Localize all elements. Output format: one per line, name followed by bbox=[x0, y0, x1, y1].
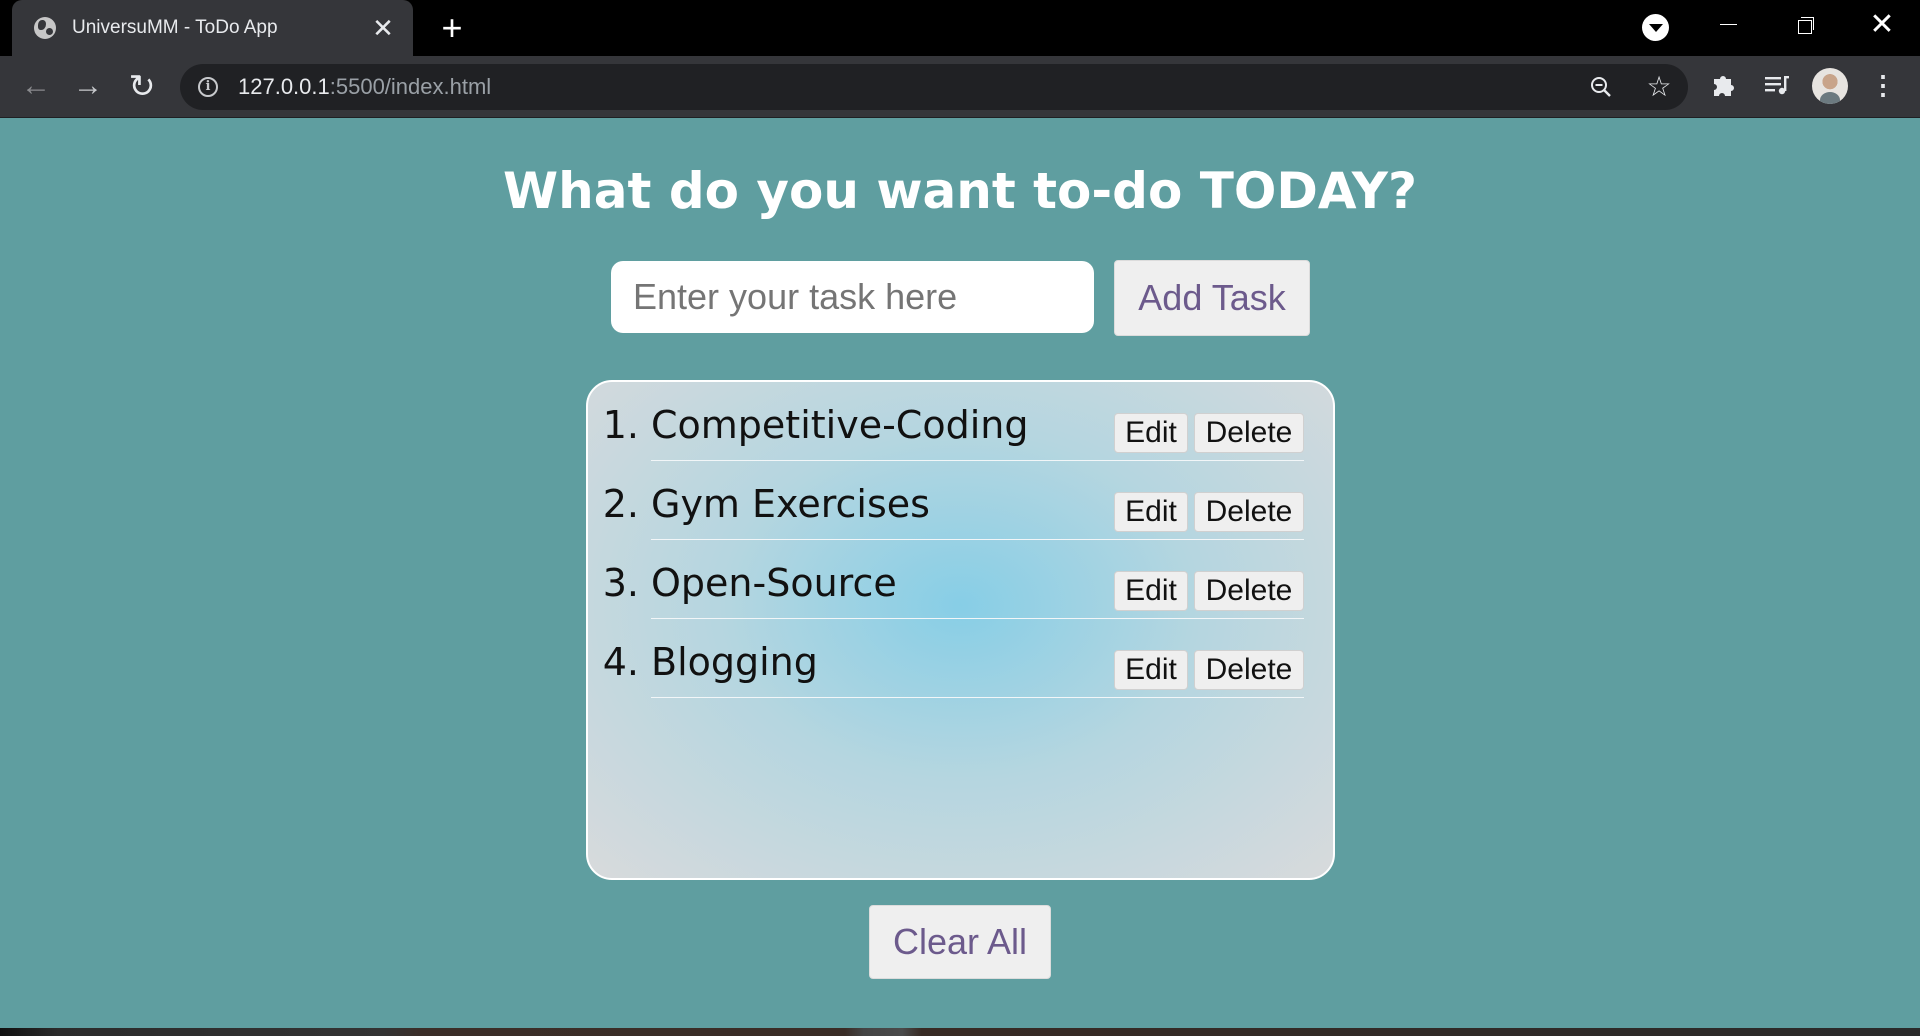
page-content: What do you want to-do TODAY? Add Task 1… bbox=[0, 118, 1920, 1028]
address-bar[interactable]: i 127.0.0.1:5500/index.html ☆ bbox=[180, 64, 1688, 110]
avatar[interactable] bbox=[1812, 68, 1848, 104]
forward-arrow-icon[interactable]: → bbox=[68, 66, 108, 106]
clear-all-button[interactable]: Clear All bbox=[869, 905, 1051, 979]
browser-window: UniversuMM - ToDo App ✕ + ✕ ← → ↻ i 127.… bbox=[0, 0, 1920, 1036]
task-number: 1. bbox=[602, 403, 639, 447]
edit-button[interactable]: Edit bbox=[1114, 650, 1188, 690]
task-text: Blogging bbox=[651, 640, 818, 684]
url-host: 127.0.0.1 bbox=[238, 74, 330, 99]
delete-button[interactable]: Delete bbox=[1194, 650, 1304, 690]
task-number: 4. bbox=[602, 640, 639, 684]
edit-button[interactable]: Edit bbox=[1114, 571, 1188, 611]
tab-title: UniversuMM - ToDo App bbox=[72, 17, 278, 38]
zoom-out-icon[interactable] bbox=[1590, 76, 1612, 98]
task-input[interactable] bbox=[611, 261, 1094, 333]
edit-button[interactable]: Edit bbox=[1114, 492, 1188, 532]
list-item: 1. Competitive-Coding Edit Delete bbox=[588, 382, 1333, 461]
task-text: Competitive-Coding bbox=[651, 403, 1029, 447]
close-window-button[interactable]: ✕ bbox=[1844, 0, 1920, 50]
task-number: 2. bbox=[602, 482, 639, 526]
minimize-button[interactable] bbox=[1690, 0, 1766, 50]
task-text: Open-Source bbox=[651, 561, 897, 605]
edit-button[interactable]: Edit bbox=[1114, 413, 1188, 453]
restore-button[interactable] bbox=[1766, 0, 1842, 50]
puzzle-icon[interactable] bbox=[1710, 70, 1738, 98]
url-text[interactable]: 127.0.0.1:5500/index.html bbox=[238, 64, 491, 110]
delete-button[interactable]: Delete bbox=[1194, 413, 1304, 453]
list-item: 2. Gym Exercises Edit Delete bbox=[588, 461, 1333, 540]
url-path: :5500/index.html bbox=[329, 74, 492, 99]
tab-active[interactable]: UniversuMM - ToDo App ✕ bbox=[12, 0, 413, 56]
task-number: 3. bbox=[602, 561, 639, 605]
browser-toolbar: ← → ↻ i 127.0.0.1:5500/index.html ☆ ⋮ bbox=[0, 56, 1920, 118]
globe-icon bbox=[34, 17, 56, 39]
add-task-button[interactable]: Add Task bbox=[1114, 260, 1310, 336]
divider bbox=[651, 697, 1304, 698]
tab-strip: UniversuMM - ToDo App ✕ + ✕ bbox=[0, 0, 1920, 56]
page-title: What do you want to-do TODAY? bbox=[503, 162, 1417, 220]
back-arrow-icon[interactable]: ← bbox=[16, 66, 56, 106]
tab-search-icon[interactable] bbox=[1642, 14, 1669, 41]
delete-button[interactable]: Delete bbox=[1194, 571, 1304, 611]
taskbar-strip bbox=[0, 1028, 1920, 1036]
kebab-menu-icon[interactable]: ⋮ bbox=[1868, 70, 1898, 100]
task-list: 1. Competitive-Coding Edit Delete 2. Gym… bbox=[586, 380, 1335, 880]
task-text: Gym Exercises bbox=[651, 482, 930, 526]
close-tab-icon[interactable]: ✕ bbox=[371, 15, 395, 41]
new-tab-button[interactable]: + bbox=[432, 8, 472, 48]
delete-button[interactable]: Delete bbox=[1194, 492, 1304, 532]
list-item: 4. Blogging Edit Delete bbox=[588, 619, 1333, 698]
reload-icon[interactable]: ↻ bbox=[122, 66, 162, 106]
star-icon[interactable]: ☆ bbox=[1644, 72, 1674, 102]
list-item: 3. Open-Source Edit Delete bbox=[588, 540, 1333, 619]
media-queue-icon[interactable] bbox=[1762, 70, 1792, 100]
info-icon[interactable]: i bbox=[198, 77, 218, 97]
